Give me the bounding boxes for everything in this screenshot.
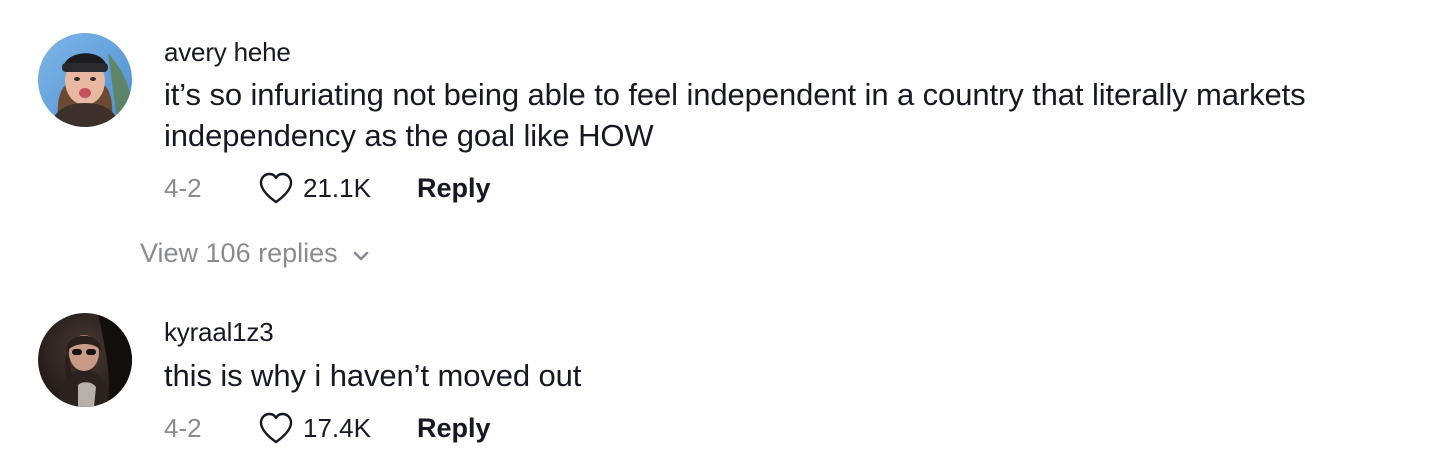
comment-text: it’s so infuriating not being able to fe… [164, 77, 1306, 153]
heart-icon[interactable] [258, 411, 294, 445]
heart-icon[interactable] [258, 171, 294, 205]
comment-meta: 4-2 17.4K Reply [164, 410, 490, 446]
comment-username[interactable]: avery hehe [164, 37, 291, 68]
avatar-photo [38, 313, 132, 407]
comment-item: kyraal1z3 this is why i haven’t moved ou… [0, 300, 1440, 469]
comment-text: this is why i haven’t moved out [164, 358, 582, 393]
like-button[interactable]: 21.1K [258, 171, 371, 205]
like-count: 17.4K [303, 412, 371, 443]
comment-date: 4-2 [164, 412, 202, 443]
reply-button[interactable]: Reply [417, 173, 491, 204]
comment-username[interactable]: kyraal1z3 [164, 317, 274, 348]
comment-meta: 4-2 21.1K Reply [164, 170, 490, 206]
comment-date: 4-2 [164, 172, 202, 203]
avatar[interactable] [38, 33, 132, 127]
comment-item: avery hehe it’s so infuriating not being… [0, 0, 1440, 290]
chevron-down-icon [350, 245, 372, 267]
avatar-photo [38, 33, 132, 127]
reply-button[interactable]: Reply [417, 413, 491, 444]
view-replies-button[interactable]: View 106 replies [140, 238, 372, 269]
like-button[interactable]: 17.4K [258, 411, 371, 445]
like-count: 21.1K [303, 172, 371, 203]
view-replies-label: View 106 replies [140, 238, 338, 268]
avatar[interactable] [38, 313, 132, 407]
